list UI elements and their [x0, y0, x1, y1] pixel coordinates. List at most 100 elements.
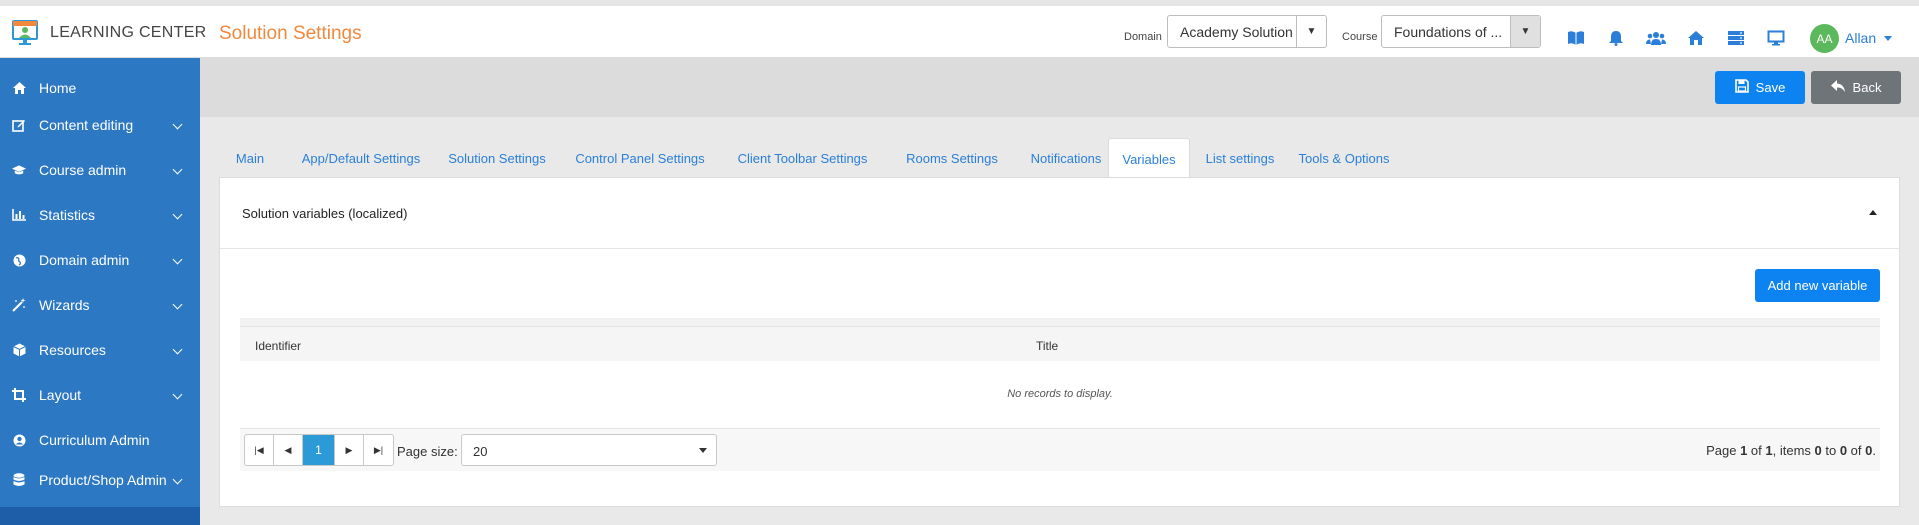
- grid-header: Identifier Title: [240, 326, 1880, 361]
- chevron-down-icon: [172, 164, 183, 175]
- logo-icon: [12, 20, 42, 46]
- reply-arrow-icon: [1830, 79, 1846, 96]
- bell-icon[interactable]: [1607, 30, 1625, 46]
- users-icon[interactable]: [1646, 30, 1666, 46]
- caret-down-icon[interactable]: [1884, 36, 1892, 41]
- pager-info-total: 0: [1865, 443, 1873, 458]
- edit-icon: [12, 118, 26, 132]
- back-button-label: Back: [1852, 80, 1882, 95]
- add-new-variable-button[interactable]: Add new variable: [1755, 269, 1880, 302]
- last-page-icon[interactable]: ▶|: [364, 435, 393, 465]
- chevron-down-icon[interactable]: ▼: [1296, 16, 1326, 47]
- user-circle-icon: [12, 433, 26, 447]
- save-icon: [1734, 79, 1749, 96]
- sidebar-item-label: Resources: [39, 342, 106, 358]
- sidebar-item-home[interactable]: Home: [0, 70, 200, 106]
- column-header-title[interactable]: Title: [1036, 339, 1058, 353]
- chevron-down-icon: [172, 209, 183, 220]
- monitor-icon[interactable]: [1767, 30, 1785, 46]
- tab-app-default-settings[interactable]: App/Default Settings: [291, 138, 431, 178]
- prev-page-icon[interactable]: ◀: [274, 435, 303, 465]
- server-icon[interactable]: [1727, 30, 1745, 46]
- sidebar-item-label: Layout: [39, 387, 82, 403]
- crop-icon: [12, 388, 26, 402]
- back-button[interactable]: Back: [1811, 71, 1901, 104]
- sidebar-item-label: Home: [39, 80, 77, 96]
- pager-buttons: |◀ ◀ 1 ▶ ▶|: [244, 434, 394, 466]
- pager-info-pages: 1: [1765, 443, 1773, 458]
- sidebar-item-course-admin[interactable]: Course admin: [0, 152, 200, 188]
- domain-select-value: Academy Solution: [1180, 23, 1293, 40]
- sidebar-item-layout[interactable]: Layout: [0, 377, 200, 413]
- action-bar: [200, 58, 1919, 117]
- tab-list-settings[interactable]: List settings: [1192, 138, 1288, 178]
- sidebar-item-resources[interactable]: Resources: [0, 332, 200, 368]
- pager-info-page: 1: [1740, 443, 1748, 458]
- brand[interactable]: LEARNING CENTER: [12, 20, 207, 46]
- caret-down-icon[interactable]: [699, 448, 707, 453]
- cube-icon: [12, 343, 26, 357]
- globe-icon: [12, 253, 26, 267]
- next-page-icon[interactable]: ▶: [335, 435, 364, 465]
- grid-pager: |◀ ◀ 1 ▶ ▶| Page size: 20 Page 1 of 1, i…: [240, 428, 1880, 471]
- empty-grid-message: No records to display.: [1007, 388, 1113, 400]
- sidebar-item-content-editing[interactable]: Content editing: [0, 107, 200, 143]
- chevron-down-icon: [172, 474, 183, 485]
- sidebar-item-label: Domain admin: [39, 252, 130, 268]
- bar-chart-icon: [12, 208, 26, 222]
- pager-info-to: 0: [1839, 443, 1848, 458]
- database-icon: [12, 473, 26, 487]
- tab-solution-settings[interactable]: Solution Settings: [441, 138, 553, 178]
- avatar[interactable]: AA: [1810, 24, 1839, 53]
- grid-toolbar: [240, 318, 1880, 326]
- sidebar: Home Content editing Course admin Statis…: [0, 58, 200, 525]
- save-button[interactable]: Save: [1715, 71, 1805, 104]
- domain-select[interactable]: Academy Solution ▼: [1167, 15, 1327, 48]
- tab-main[interactable]: Main: [219, 138, 281, 178]
- tab-notifications[interactable]: Notifications: [1018, 138, 1114, 178]
- user-menu-name[interactable]: Allan: [1845, 30, 1876, 46]
- chevron-down-icon: [172, 389, 183, 400]
- tab-tools-options[interactable]: Tools & Options: [1289, 138, 1399, 178]
- sidebar-item-label: Product/Shop Admin: [39, 472, 167, 488]
- column-header-identifier[interactable]: Identifier: [255, 339, 301, 353]
- sidebar-item-partial[interactable]: [0, 507, 200, 525]
- course-select[interactable]: Foundations of ... ▼: [1381, 15, 1541, 48]
- chevron-down-icon: [172, 119, 183, 130]
- tab-variables[interactable]: Variables: [1108, 138, 1190, 179]
- magic-wand-icon: [12, 298, 26, 312]
- page-number-button[interactable]: 1: [303, 435, 335, 465]
- page-size-select[interactable]: 20: [461, 434, 717, 466]
- page-size-value: 20: [473, 444, 488, 459]
- first-page-icon[interactable]: |◀: [245, 435, 274, 465]
- course-label: Course: [1342, 31, 1378, 43]
- sidebar-item-curriculum-admin[interactable]: Curriculum Admin: [0, 422, 200, 458]
- tab-control-panel-settings[interactable]: Control Panel Settings: [566, 138, 714, 178]
- brand-name: LEARNING CENTER: [50, 24, 207, 41]
- sidebar-item-label: Content editing: [39, 117, 134, 133]
- sidebar-item-domain-admin[interactable]: Domain admin: [0, 242, 200, 278]
- home-icon[interactable]: [1687, 30, 1705, 46]
- tab-client-toolbar-settings[interactable]: Client Toolbar Settings: [725, 138, 880, 178]
- sidebar-item-label: Wizards: [39, 297, 90, 313]
- caret-up-icon[interactable]: [1869, 210, 1877, 215]
- sidebar-item-label: Course admin: [39, 162, 127, 178]
- graduation-cap-icon: [12, 163, 26, 177]
- chevron-down-icon[interactable]: ▼: [1510, 16, 1540, 47]
- chevron-down-icon: [172, 299, 183, 310]
- pager-info-from: 0: [1814, 443, 1822, 458]
- panel-header[interactable]: Solution variables (localized): [220, 178, 1899, 249]
- save-button-label: Save: [1755, 80, 1786, 95]
- book-icon[interactable]: [1567, 30, 1585, 46]
- sidebar-item-label: Curriculum Admin: [39, 432, 150, 448]
- course-select-value: Foundations of ...: [1394, 23, 1503, 40]
- page-size-label: Page size:: [397, 444, 458, 459]
- chevron-down-icon: [172, 254, 183, 265]
- sidebar-item-wizards[interactable]: Wizards: [0, 287, 200, 323]
- chevron-down-icon: [172, 344, 183, 355]
- sidebar-item-product-shop-admin[interactable]: Product/Shop Admin: [0, 462, 200, 498]
- pager-info: Page 1 of 1, items 0 to 0 of 0.: [1706, 443, 1876, 458]
- domain-label: Domain: [1124, 31, 1162, 43]
- sidebar-item-statistics[interactable]: Statistics: [0, 197, 200, 233]
- tab-rooms-settings[interactable]: Rooms Settings: [890, 138, 1014, 178]
